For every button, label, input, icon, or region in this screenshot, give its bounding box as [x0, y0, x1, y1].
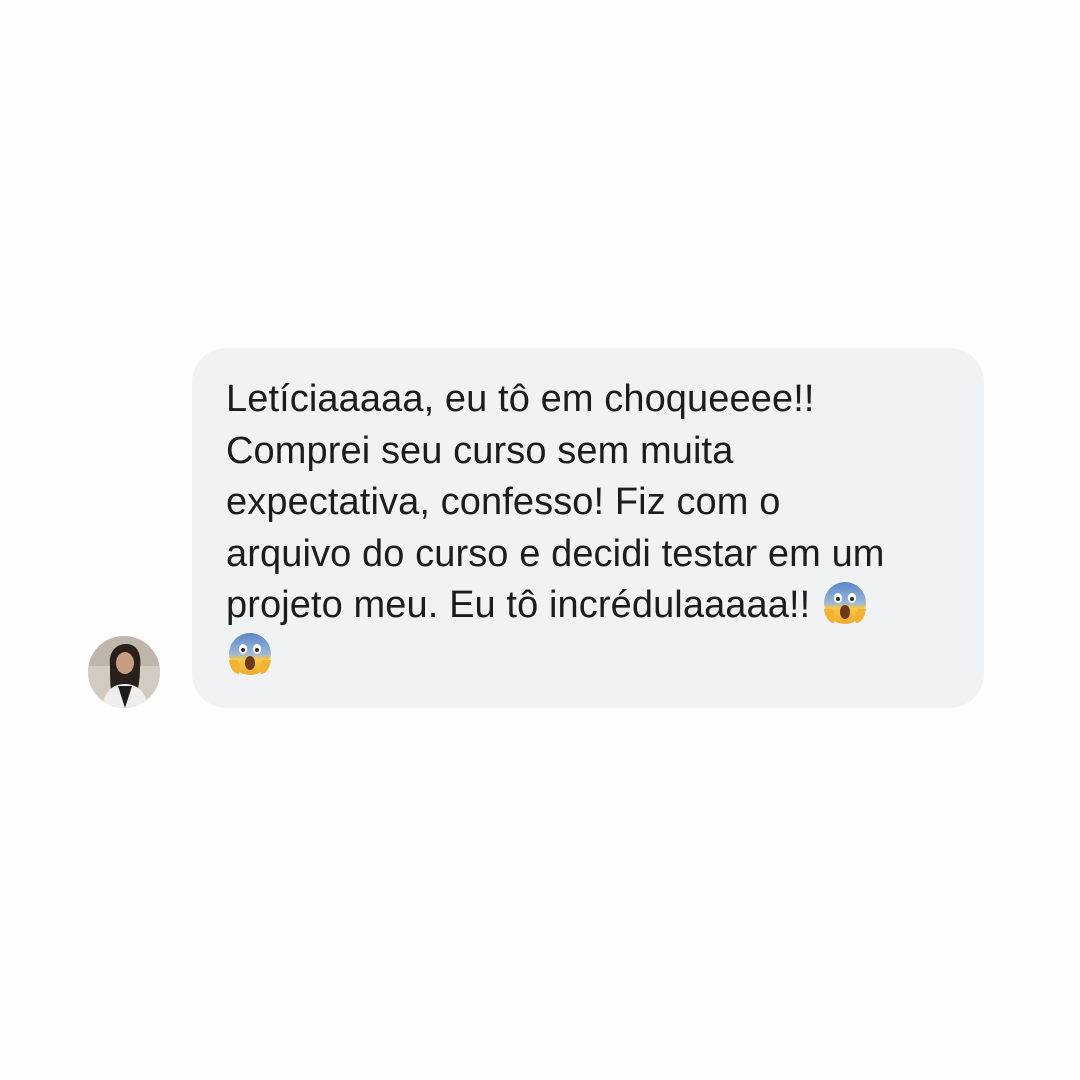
profile-photo-icon — [88, 636, 160, 708]
screaming-face-emoji-icon — [226, 630, 274, 678]
message-line: arquivo do curso e decidi testar em um — [226, 532, 885, 575]
message-line-with-emoji: projeto meu. Eu tô incrédulaaaaa!! — [226, 580, 954, 632]
sender-avatar[interactable] — [88, 636, 160, 708]
message-line: Comprei seu curso sem muita — [226, 429, 734, 472]
chat-screen: Letíciaaaaa, eu tô em choqueeee!! Compre… — [0, 0, 1080, 1080]
incoming-message-row: Letíciaaaaa, eu tô em choqueeee!! Compre… — [88, 348, 988, 710]
message-line-emoji-only — [226, 632, 954, 684]
message-line: Letíciaaaaa, eu tô em choqueeee!! — [226, 378, 815, 420]
message-bubble[interactable]: Letíciaaaaa, eu tô em choqueeee!! Compre… — [192, 348, 984, 708]
message-text: Letíciaaaaa, eu tô em choqueeee!! Compre… — [226, 374, 954, 683]
message-line: projeto meu. Eu tô incrédulaaaaa!! — [226, 584, 811, 626]
screaming-face-emoji-icon — [821, 579, 869, 627]
message-line: expectativa, confesso! Fiz com o — [226, 481, 781, 523]
